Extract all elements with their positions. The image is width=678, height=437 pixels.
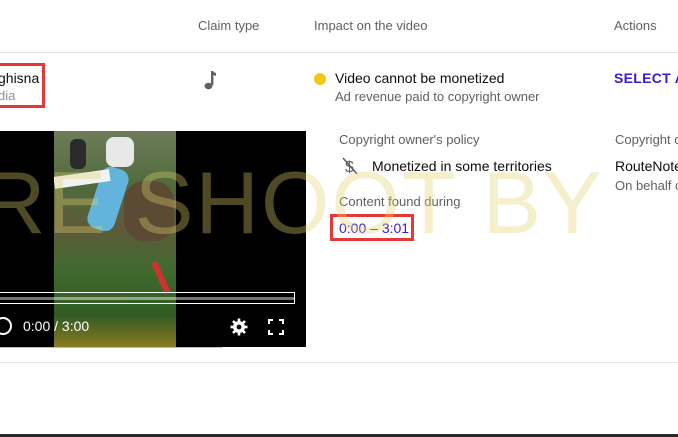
time-display: 0:00 / 3:00 [23,318,90,334]
video-bottom-line [0,347,222,348]
policy-heading: Copyright owner's policy [339,132,480,147]
owner-heading: Copyright o [615,132,678,147]
watermark-text: RE SHOOT BY [0,153,604,252]
column-header-actions: Actions [614,18,657,33]
impact-detail: Ad revenue paid to copyright owner [335,89,540,104]
column-header-impact: Impact on the video [314,18,428,33]
gear-icon[interactable] [230,318,248,336]
owner-on-behalf: On behalf o [615,178,678,193]
owner-name: RouteNote [615,158,678,174]
fullscreen-icon[interactable] [268,319,284,335]
row-divider [0,362,678,363]
column-header-claim-type: Claim type [198,18,260,33]
status-dot [314,73,326,85]
impact-status: Video cannot be monetized [335,70,505,86]
music-note-icon [202,70,218,92]
highlight-box-title [0,63,45,108]
header-divider [0,52,678,53]
video-progress-bar[interactable] [0,292,295,304]
select-action-button[interactable]: SELECT A [614,70,678,86]
